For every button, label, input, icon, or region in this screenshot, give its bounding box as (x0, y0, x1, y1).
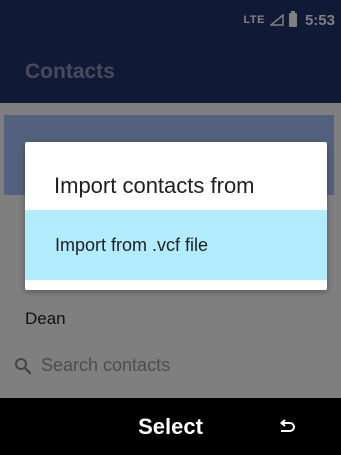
import-vcf-option[interactable]: Import from .vcf file (25, 210, 327, 280)
dialog-title: Import contacts from (54, 173, 255, 198)
softkey-bar: Select (0, 398, 341, 455)
back-icon[interactable] (277, 417, 297, 437)
screen: LTE 5:53 Contacts Dean Search contacts I… (0, 0, 341, 455)
import-dialog: Import contacts from Import from .vcf fi… (25, 142, 327, 290)
option-label: Import from .vcf file (55, 234, 209, 255)
